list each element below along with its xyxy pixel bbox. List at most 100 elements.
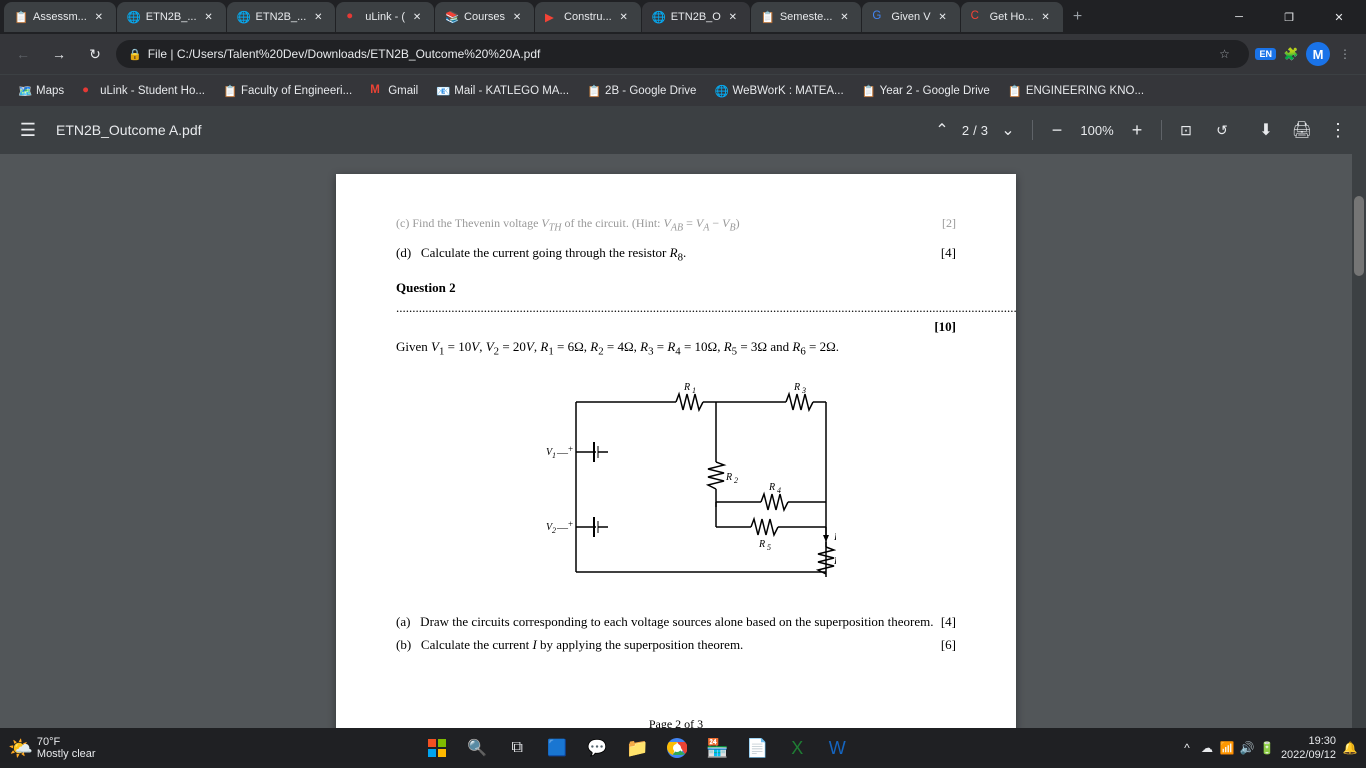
weather-icon: 🌤️	[8, 736, 33, 761]
svg-text:5: 5	[767, 543, 771, 552]
svg-text:R: R	[758, 539, 765, 550]
minimize-button[interactable]: ─	[1216, 2, 1262, 32]
tab-2-close[interactable]: ✕	[202, 10, 216, 24]
chat-button[interactable]: 💬	[579, 730, 615, 766]
download-button[interactable]: ⬇	[1250, 114, 1282, 146]
tab-6[interactable]: ▶ Constru... ✕	[535, 2, 641, 32]
next-page-button[interactable]: ⌄	[992, 114, 1024, 146]
word-icon: W	[829, 738, 846, 759]
webwork-icon: 🌐	[714, 84, 728, 98]
excel-button[interactable]: X	[779, 730, 815, 766]
time-date[interactable]: 19:30 2022/09/12	[1281, 734, 1336, 763]
search-icon: 🔍	[467, 738, 487, 758]
bookmark-star-button[interactable]: ☆	[1211, 41, 1237, 67]
bookmark-2b-drive[interactable]: 📋 2B - Google Drive	[579, 79, 704, 103]
separator-1	[1032, 120, 1033, 140]
reload-button[interactable]: ↻	[80, 39, 110, 69]
security-icon: 🔒	[128, 48, 142, 61]
partial-line-c: (c) Find the Thevenin voltage VTH of the…	[396, 214, 956, 235]
pdf-scroll-area[interactable]: (c) Find the Thevenin voltage VTH of the…	[0, 154, 1366, 728]
file-explorer-button[interactable]: 📁	[619, 730, 655, 766]
pdf-right-buttons: ⬇ 🖨 ⋮	[1250, 114, 1354, 146]
rotate-button[interactable]: ↺	[1206, 114, 1238, 146]
prev-page-button[interactable]: ⌃	[926, 114, 958, 146]
svg-text:+: +	[568, 444, 573, 454]
fit-page-button[interactable]: ⊡	[1170, 114, 1202, 146]
menu-button[interactable]: ⋮	[1332, 41, 1358, 67]
bookmark-maps[interactable]: 🗺️ Maps	[10, 79, 72, 103]
address-bar[interactable]: 🔒 File | C:/Users/Talent%20Dev/Downloads…	[116, 40, 1249, 68]
profile-button[interactable]: M	[1306, 42, 1330, 66]
chrome-button[interactable]	[659, 730, 695, 766]
pdf-controls: ⌃ 2 / 3 ⌄ − 100% + ⊡ ↺ ⬇ 🖨 ⋮	[926, 114, 1354, 146]
tab-1[interactable]: 📋 Assessm... ✕	[4, 2, 116, 32]
tab-1-close[interactable]: ✕	[92, 10, 106, 24]
svg-text:R: R	[768, 482, 775, 493]
tab-4[interactable]: ● uLink - ( ✕	[336, 2, 434, 32]
bookmark-eng-kno[interactable]: 📋 ENGINEERING KNO...	[1000, 79, 1152, 103]
task-view-button[interactable]: ⧉	[499, 730, 535, 766]
new-tab-button[interactable]: +	[1064, 3, 1092, 31]
bookmark-ulink[interactable]: ● uLink - Student Ho...	[74, 79, 213, 103]
widgets-button[interactable]: 🟦	[539, 730, 575, 766]
scrollbar[interactable]	[1352, 154, 1366, 728]
widgets-icon: 🟦	[547, 738, 567, 758]
tab-6-close[interactable]: ✕	[617, 10, 631, 24]
tab-9[interactable]: G Given V ✕	[862, 2, 959, 32]
chevron-up-icon[interactable]: ^	[1179, 740, 1195, 756]
svg-text:3: 3	[801, 386, 806, 395]
forward-button[interactable]: →	[44, 39, 74, 69]
search-button[interactable]: 🔍	[459, 730, 495, 766]
current-page[interactable]: 2	[962, 123, 969, 138]
tab-6-label: Constru...	[564, 11, 612, 23]
tab-7[interactable]: 🌐 ETN2B_O ✕	[642, 2, 750, 32]
acrobat-button[interactable]: 📄	[739, 730, 775, 766]
start-button[interactable]	[419, 730, 455, 766]
zoom-in-button[interactable]: +	[1121, 114, 1153, 146]
tab-5-close[interactable]: ✕	[510, 10, 524, 24]
zoom-out-button[interactable]: −	[1041, 114, 1073, 146]
cloud-icon[interactable]: ☁	[1199, 740, 1215, 756]
weather-widget[interactable]: 🌤️ 70°F Mostly clear	[8, 736, 96, 761]
bookmark-webwork[interactable]: 🌐 WeBWorK : MATEA...	[706, 79, 851, 103]
more-options-button[interactable]: ⋮	[1322, 114, 1354, 146]
bookmark-mail[interactable]: 📧 Mail - KATLEGO MA...	[428, 79, 577, 103]
windows-icon	[428, 739, 446, 757]
tab-8-close[interactable]: ✕	[837, 10, 851, 24]
back-button[interactable]: ←	[8, 39, 38, 69]
extensions-button[interactable]: 🧩	[1278, 41, 1304, 67]
tab-10[interactable]: C Get Ho... ✕	[961, 2, 1063, 32]
bookmark-faculty[interactable]: 📋 Faculty of Engineeri...	[215, 79, 360, 103]
browser-right-icons: EN 🧩 M ⋮	[1255, 41, 1358, 67]
tab-3[interactable]: 🌐 ETN2B_... ✕	[227, 2, 336, 32]
restore-button[interactable]: ❐	[1266, 2, 1312, 32]
notification-icon[interactable]: 🔔	[1342, 740, 1358, 756]
tab-4-label: uLink - (	[365, 11, 405, 23]
tab-2[interactable]: 🌐 ETN2B_... ✕	[117, 2, 226, 32]
tab-8-icon: 📋	[761, 10, 775, 24]
scrollbar-thumb[interactable]	[1354, 196, 1364, 276]
battery-icon[interactable]: 🔋	[1259, 740, 1275, 756]
pdf-menu-button[interactable]: ☰	[12, 114, 44, 146]
tab-10-close[interactable]: ✕	[1039, 10, 1053, 24]
part-b: (b) Calculate the current I by applying …	[396, 635, 956, 655]
wifi-icon[interactable]: 📶	[1219, 740, 1235, 756]
volume-icon[interactable]: 🔊	[1239, 740, 1255, 756]
close-button[interactable]: ✕	[1316, 2, 1362, 32]
tab-8[interactable]: 📋 Semeste... ✕	[751, 2, 862, 32]
svg-text:I: I	[833, 532, 836, 543]
tab-3-close[interactable]: ✕	[311, 10, 325, 24]
store-button[interactable]: 🏪	[699, 730, 735, 766]
bookmark-gmail[interactable]: M Gmail	[362, 79, 426, 103]
bookmark-year2-drive[interactable]: 📋 Year 2 - Google Drive	[854, 79, 998, 103]
language-badge: EN	[1255, 48, 1276, 60]
part-d: (d) Calculate the current going through …	[396, 243, 956, 266]
pdf-viewport[interactable]: (c) Find the Thevenin voltage VTH of the…	[0, 154, 1352, 728]
print-button[interactable]: 🖨	[1286, 114, 1318, 146]
tab-7-close[interactable]: ✕	[726, 10, 740, 24]
tab-9-close[interactable]: ✕	[936, 10, 950, 24]
tab-2-label: ETN2B_...	[146, 11, 197, 23]
tab-4-close[interactable]: ✕	[410, 10, 424, 24]
tab-5[interactable]: 📚 Courses ✕	[435, 2, 534, 32]
word-button[interactable]: W	[819, 730, 855, 766]
